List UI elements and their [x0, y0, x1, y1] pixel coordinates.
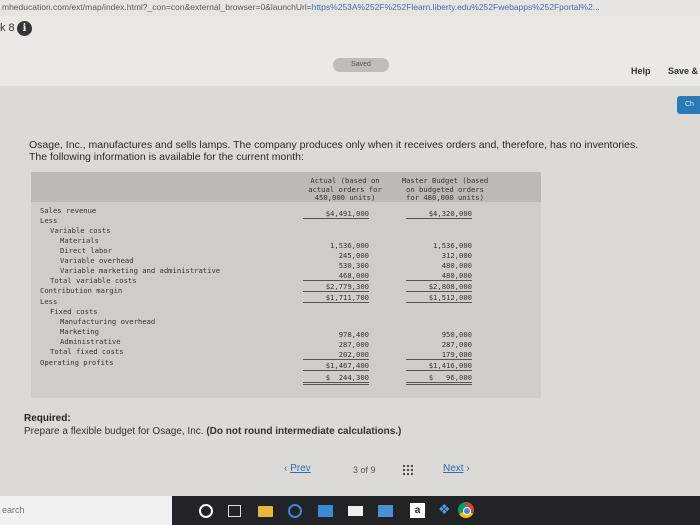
required-heading: Required: [24, 413, 71, 424]
question-line-1: Osage, Inc., manufactures and sells lamp… [29, 139, 639, 151]
variable-marketing-master: 480,000 [406, 271, 472, 281]
contribution-margin-label: Contribution margin [40, 286, 123, 295]
save-exit-button[interactable]: Save & [668, 66, 698, 76]
col-header-actual: Actual (based on actual orders for 450,0… [300, 176, 390, 203]
total-fixed-costs-master: $1,416,000 [406, 361, 472, 371]
required-note: (Do not round intermediate calculations.… [206, 426, 402, 437]
materials-label: Materials [60, 236, 99, 245]
col-header-actual-line-3: 450,000 units) [314, 193, 376, 203]
sales-revenue-master: $4,320,000 [406, 209, 472, 219]
assignment-header [0, 16, 700, 86]
url-link-text: https%253A%252F%252Flearn.liberty.edu%25… [311, 2, 600, 12]
page-indicator: 3 of 9 [353, 465, 376, 475]
marketing-label: Marketing [60, 327, 99, 336]
store-icon[interactable] [318, 505, 333, 517]
chevron-right-icon: › [466, 463, 470, 474]
materials-actual: 1,536,000 [330, 241, 369, 250]
total-variable-costs-master: $2,808,000 [406, 282, 472, 292]
mfg-overhead-master: 950,000 [441, 330, 472, 339]
marketing-master: 287,000 [441, 340, 472, 349]
page-total: of 9 [360, 465, 376, 475]
next-label: Next [443, 463, 464, 474]
col-header-master-line-3: for 480,000 units) [406, 193, 484, 203]
variable-overhead-actual: 530,300 [338, 261, 369, 270]
next-button[interactable]: Next › [443, 463, 470, 474]
sales-revenue-label: Sales revenue [40, 206, 97, 215]
mfg-overhead-actual: 978,400 [338, 330, 369, 339]
required-text: Prepare a flexible budget for Osage, Inc… [24, 426, 204, 437]
mail-icon[interactable] [348, 506, 363, 516]
taskbar-search-input[interactable]: earch [0, 496, 172, 525]
question-line-2: The following information is available f… [29, 151, 304, 163]
dropbox-icon[interactable]: ❖ [438, 502, 453, 517]
variable-marketing-label: Variable marketing and administrative [60, 266, 221, 275]
total-variable-costs-label: Total variable costs [50, 276, 137, 285]
contribution-margin-actual: $1,711,700 [303, 293, 369, 303]
total-variable-costs-actual: $2,779,300 [303, 282, 369, 292]
total-fixed-costs-label: Total fixed costs [50, 347, 124, 356]
taskbar: earch a ❖ [0, 496, 700, 525]
edge-browser-icon[interactable] [288, 504, 302, 518]
required-instructions: Prepare a flexible budget for Osage, Inc… [24, 426, 401, 437]
help-button[interactable]: Help [631, 66, 651, 76]
check-my-work-button[interactable]: Ch [677, 96, 700, 114]
url-text: mheducation.com/ext/map/index.html?_con=… [2, 2, 312, 12]
direct-labor-label: Direct labor [60, 246, 112, 255]
question-number: k 8 [0, 22, 15, 34]
materials-master: 1,536,000 [433, 241, 472, 250]
amazon-icon[interactable]: a [410, 503, 425, 518]
operating-profits-label: Operating profits [40, 358, 114, 367]
task-view-icon[interactable] [228, 505, 241, 517]
grid-icon[interactable] [402, 464, 413, 475]
question-text: Osage, Inc., manufactures and sells lamp… [29, 139, 689, 163]
administrative-actual: 202,000 [303, 350, 369, 360]
administrative-master: 179,000 [406, 350, 472, 360]
saved-status-badge: Saved [333, 58, 389, 72]
direct-labor-actual: 245,000 [338, 251, 369, 260]
operating-profits-actual: $ 244,300 [303, 373, 369, 385]
prev-label: Prev [290, 463, 311, 474]
marketing-actual: 287,000 [338, 340, 369, 349]
sales-revenue-actual: $4,491,000 [303, 209, 369, 219]
total-fixed-costs-actual: $1,467,400 [303, 361, 369, 371]
info-icon[interactable]: i [17, 21, 32, 36]
financial-data-table: Actual (based on actual orders for 450,0… [31, 172, 541, 398]
operating-profits-master: $ 96,000 [406, 373, 472, 385]
chrome-icon[interactable] [458, 502, 474, 518]
variable-marketing-actual: 468,000 [303, 271, 369, 281]
mfg-overhead-label: Manufacturing overhead [60, 317, 156, 326]
variable-costs-label: Variable costs [50, 226, 111, 235]
chevron-left-icon: ‹ [284, 463, 288, 474]
less-label-1: Less [40, 216, 58, 225]
col-header-master: Master Budget (based on budgeted orders … [397, 176, 493, 203]
fixed-costs-label: Fixed costs [50, 307, 98, 316]
administrative-label: Administrative [60, 337, 121, 346]
page-current: 3 [353, 465, 359, 475]
less-label-2: Less [40, 297, 58, 306]
photos-icon[interactable] [378, 505, 393, 517]
browser-url-bar[interactable]: mheducation.com/ext/map/index.html?_con=… [0, 0, 700, 17]
contribution-margin-master: $1,512,000 [406, 293, 472, 303]
cortana-icon[interactable] [199, 504, 213, 518]
variable-overhead-label: Variable overhead [60, 256, 134, 265]
direct-labor-master: 312,000 [441, 251, 472, 260]
file-explorer-icon[interactable] [258, 506, 273, 517]
prev-button[interactable]: ‹ Prev [284, 463, 311, 474]
variable-overhead-master: 480,000 [441, 261, 472, 270]
